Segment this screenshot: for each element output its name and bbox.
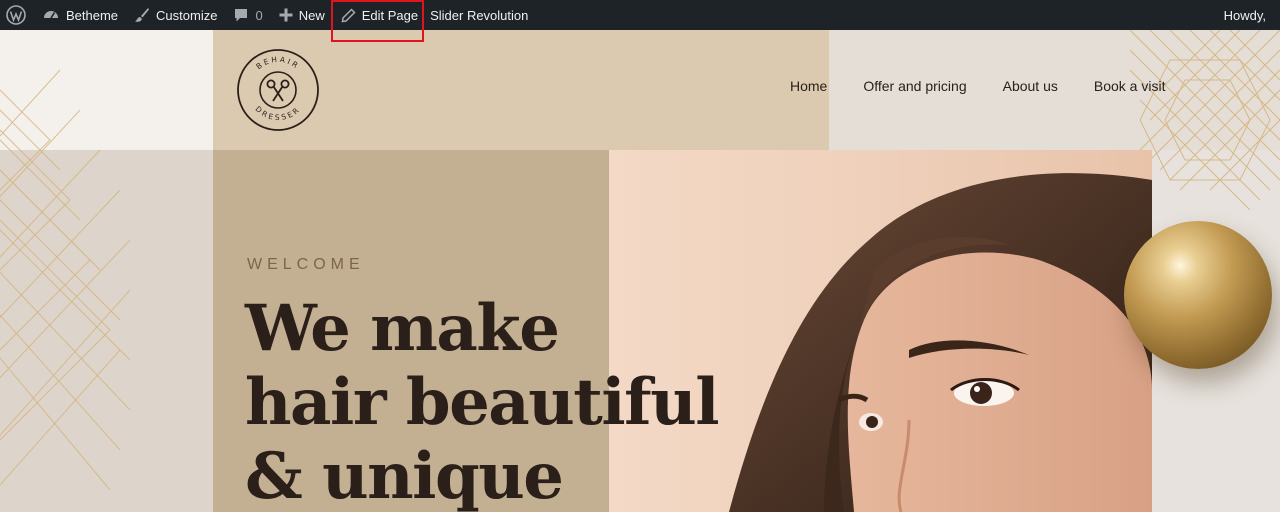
main-navigation: Home Offer and pricing About us Book a v… [790, 78, 1165, 94]
comments-count: 0 [255, 7, 263, 23]
site-name-label: Betheme [66, 7, 119, 23]
paintbrush-icon [135, 8, 150, 22]
logo-text-top: BEHAIR [254, 55, 299, 71]
howdy-label: Howdy, [1223, 7, 1266, 23]
edit-page-button[interactable]: Edit Page [330, 0, 426, 42]
behair-dresser-logo[interactable]: BEHAIR DRESSER [236, 48, 320, 132]
wp-admin-bar: Betheme Customize 0 New Edit Page Slider… [0, 0, 1280, 42]
gold-sphere-decoration [1124, 221, 1272, 369]
hero-welcome-label: WELCOME [247, 256, 365, 273]
hero-headline-line-1: We make [245, 291, 560, 366]
comments-menu[interactable]: 0 [225, 0, 270, 30]
customize-menu[interactable]: Customize [126, 0, 225, 30]
new-label: New [298, 7, 325, 23]
hero-headline-line-2: hair beautiful [245, 365, 720, 440]
customize-label: Customize [156, 7, 218, 23]
svg-text:DRESSER: DRESSER [254, 104, 303, 122]
logo-text-bottom: DRESSER [254, 104, 300, 122]
svg-text:BEHAIR: BEHAIR [254, 55, 301, 71]
hero-headline-line-3: & unique [245, 439, 564, 512]
pencil-icon [341, 7, 356, 22]
hero-left-panel [0, 150, 213, 512]
nav-offer-and-pricing[interactable]: Offer and pricing [863, 78, 966, 94]
wordpress-icon [6, 5, 26, 25]
plus-icon [279, 8, 293, 22]
new-content-menu[interactable]: New [271, 0, 333, 30]
nav-about-us[interactable]: About us [1003, 78, 1058, 94]
dashboard-icon [44, 11, 58, 19]
edit-page-label: Edit Page [361, 7, 419, 23]
scissors-icon [266, 79, 290, 102]
site-name-menu[interactable]: Betheme [34, 0, 126, 30]
wordpress-logo-menu[interactable] [0, 0, 34, 30]
nav-book-a-visit[interactable]: Book a visit [1094, 78, 1166, 94]
my-account-menu[interactable]: Howdy, [1216, 0, 1274, 30]
header-left-panel [0, 30, 213, 150]
hero-headline: We make hair beautiful & unique [245, 292, 765, 512]
nav-home[interactable]: Home [790, 78, 827, 94]
comment-bubble-icon [235, 9, 248, 22]
slider-revolution-label: Slider Revolution [430, 7, 529, 23]
slider-revolution-menu[interactable]: Slider Revolution [426, 0, 536, 30]
